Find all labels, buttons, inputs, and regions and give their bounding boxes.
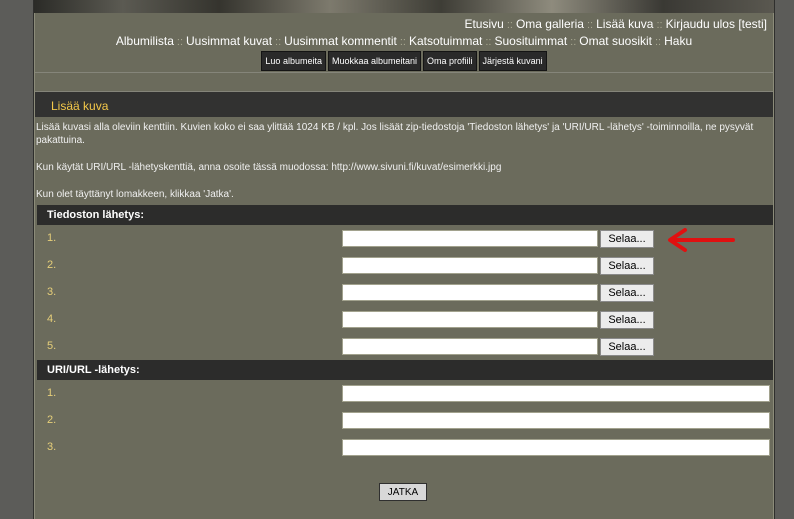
- nav-separator: ::: [485, 36, 492, 48]
- right-border: [774, 0, 794, 519]
- top-navigation: Etusivu:: Oma galleria:: Lisää kuva:: Kirja…: [464, 17, 767, 31]
- url-upload-row: 1.: [37, 380, 773, 407]
- browse-button-3[interactable]: Selaa...: [600, 284, 654, 302]
- browse-button-2[interactable]: Selaa...: [600, 257, 654, 275]
- instructions: Lisää kuvasi alla oleviin kenttiin. Kuvi…: [35, 117, 772, 201]
- instructions-continue: Kun olet täyttänyt lomakkeen, klikkaa 'J…: [36, 189, 234, 200]
- row-number: 3.: [47, 441, 57, 453]
- nav-separator: ::: [275, 36, 282, 48]
- file-upload-row: 5. Selaa...: [37, 333, 773, 360]
- file-upload-row: 4. Selaa...: [37, 306, 773, 333]
- header-image-strip: [34, 0, 774, 13]
- nav-separator: ::: [654, 36, 662, 48]
- instructions-size-limit: Lisää kuvasi alla oleviin kenttiin. Kuvi…: [36, 122, 754, 146]
- row-number: 2.: [47, 414, 57, 426]
- file-upload-heading: Tiedoston lähetys:: [37, 205, 773, 225]
- url-input-1[interactable]: [342, 385, 770, 402]
- file-upload-row: 1. Selaa...: [37, 225, 773, 252]
- file-input-3[interactable]: [342, 284, 598, 301]
- nav-logout-link[interactable]: Kirjaudu ulos [testi]: [666, 17, 767, 31]
- left-border: [0, 0, 34, 519]
- nav-separator: ::: [506, 19, 513, 31]
- nav-separator: ::: [656, 19, 663, 31]
- nav-my-gallery-link[interactable]: Oma galleria: [516, 17, 584, 31]
- row-number: 4.: [47, 313, 57, 325]
- main-page: Etusivu:: Oma galleria:: Lisää kuva:: Kirja…: [34, 13, 774, 519]
- tab-create-albums[interactable]: Luo albumeita: [261, 51, 326, 71]
- row-number: 1.: [47, 387, 57, 399]
- file-input-2[interactable]: [342, 257, 598, 274]
- nav-album-list-link[interactable]: Albumilista: [116, 34, 174, 48]
- nav-newest-comments-link[interactable]: Uusimmat kommentit: [284, 34, 397, 48]
- secondary-navigation: Albumilista:: Uusimmat kuvat:: Uusimmat ko…: [35, 34, 773, 48]
- panel-title: Lisää kuva: [35, 91, 773, 117]
- nav-separator: ::: [586, 19, 594, 31]
- nav-home-link[interactable]: Etusivu: [464, 17, 503, 31]
- tab-edit-my-albums[interactable]: Muokkaa albumeitani: [327, 51, 422, 71]
- nav-separator: ::: [399, 36, 406, 48]
- row-number: 2.: [47, 259, 57, 271]
- browse-button-1[interactable]: Selaa...: [600, 230, 654, 248]
- file-upload-row: 2. Selaa...: [37, 252, 773, 279]
- tab-sort-my-images[interactable]: Järjestä kuvani: [478, 51, 547, 71]
- url-upload-heading: URI/URL -lähetys:: [37, 360, 773, 380]
- divider: [35, 72, 773, 73]
- browse-button-4[interactable]: Selaa...: [600, 311, 654, 329]
- url-upload-row: 3.: [37, 434, 773, 461]
- tab-my-profile[interactable]: Oma profiili: [423, 51, 477, 71]
- file-input-1[interactable]: [342, 230, 598, 247]
- user-tabs: Luo albumeita Muokkaa albumeitani Oma prof…: [35, 51, 773, 71]
- red-arrow-icon: [668, 228, 735, 252]
- url-upload-row: 2.: [37, 407, 773, 434]
- nav-newest-images-link[interactable]: Uusimmat kuvat: [186, 34, 272, 48]
- file-input-4[interactable]: [342, 311, 598, 328]
- nav-most-viewed-link[interactable]: Katsotuimmat: [409, 34, 482, 48]
- row-number: 1.: [47, 232, 57, 244]
- browse-button-5[interactable]: Selaa...: [600, 338, 654, 356]
- nav-search-link[interactable]: Haku: [664, 34, 692, 48]
- nav-most-popular-link[interactable]: Suosituimmat: [494, 34, 567, 48]
- url-input-3[interactable]: [342, 439, 770, 456]
- row-number: 3.: [47, 286, 57, 298]
- row-number: 5.: [47, 340, 57, 352]
- upload-panel: Lisää kuva Lisää kuvasi alla oleviin ken…: [35, 91, 773, 519]
- url-input-2[interactable]: [342, 412, 770, 429]
- file-upload-row: 3. Selaa...: [37, 279, 773, 306]
- nav-separator: ::: [176, 36, 184, 48]
- nav-my-favorites-link[interactable]: Omat suosikit: [579, 34, 652, 48]
- file-input-5[interactable]: [342, 338, 598, 355]
- nav-separator: ::: [570, 36, 577, 48]
- nav-add-image-link[interactable]: Lisää kuva: [596, 17, 653, 31]
- continue-button[interactable]: JATKA: [379, 483, 427, 501]
- instructions-url-format: Kun käytät URI/URL -lähetyskenttiä, anna…: [36, 162, 502, 173]
